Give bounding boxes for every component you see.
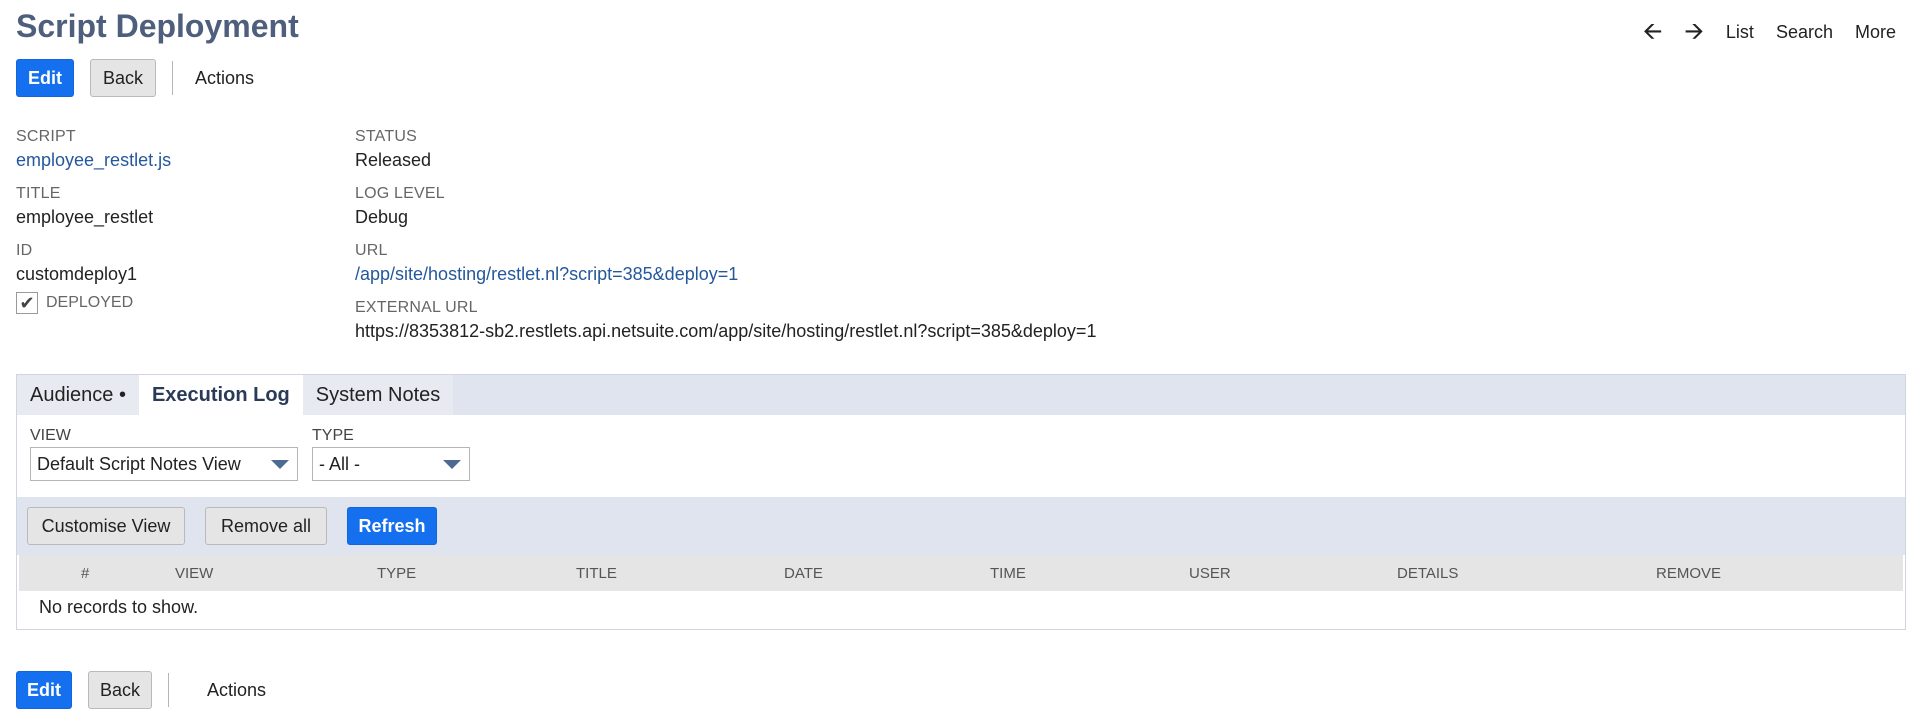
script-label: SCRIPT: [16, 128, 76, 145]
empty-state-message: No records to show.: [39, 597, 199, 617]
list-button-bar: Customise View Remove all Refresh: [17, 497, 1905, 555]
type-select-value: - All -: [319, 453, 361, 474]
chevron-down-icon: [271, 460, 289, 469]
view-select-value: Default Script Notes View: [37, 453, 241, 474]
id-field: ID customdeploy1: [16, 242, 137, 286]
previous-arrow-icon[interactable]: 🡨: [1643, 20, 1663, 44]
url-link[interactable]: /app/site/hosting/restlet.nl?script=385&…: [355, 262, 738, 286]
tab-system-notes[interactable]: System Notes: [302, 375, 454, 415]
column-header-time: TIME: [990, 565, 1026, 582]
page-title: Script Deployment: [16, 8, 299, 44]
status-field: STATUS Released: [355, 128, 431, 172]
column-header-date: DATE: [784, 565, 823, 582]
chevron-down-icon: [443, 460, 461, 469]
edit-button[interactable]: Edit: [16, 671, 72, 709]
external-url-field: EXTERNAL URL https://8353812-sb2.restlet…: [355, 299, 1096, 343]
column-header-title: TITLE: [576, 565, 617, 582]
list-link[interactable]: List: [1726, 22, 1754, 43]
id-label: ID: [16, 242, 33, 259]
log-table-header: # VIEW TYPE TITLE DATE TIME USER DETAILS…: [19, 555, 1903, 591]
view-filter-label: VIEW: [30, 427, 71, 444]
filter-area: VIEW Default Script Notes View TYPE - Al…: [17, 415, 1905, 497]
toolbar-separator: [172, 61, 173, 95]
title-field: TITLE employee_restlet: [16, 185, 153, 229]
refresh-button[interactable]: Refresh: [347, 507, 437, 545]
column-header-details: DETAILS: [1397, 565, 1459, 582]
log-level-field: LOG LEVEL Debug: [355, 185, 445, 229]
next-arrow-icon[interactable]: 🡪: [1684, 20, 1704, 44]
tab-execution-log[interactable]: Execution Log: [138, 375, 303, 423]
search-link[interactable]: Search: [1776, 22, 1833, 43]
actions-menu[interactable]: Actions: [207, 680, 266, 701]
tab-audience[interactable]: Audience •: [17, 375, 139, 415]
url-field: URL /app/site/hosting/restlet.nl?script=…: [355, 242, 738, 286]
toolbar-separator: [168, 673, 169, 707]
deployed-checkbox[interactable]: ✔: [16, 292, 38, 314]
id-value: customdeploy1: [16, 264, 138, 284]
remove-all-button[interactable]: Remove all: [205, 507, 327, 545]
column-header-remove: REMOVE: [1656, 565, 1722, 582]
url-label: URL: [355, 242, 388, 259]
external-url-label: EXTERNAL URL: [355, 299, 478, 316]
external-url-value: https://8353812-sb2.restlets.api.netsuit…: [355, 321, 1097, 341]
log-level-label: LOG LEVEL: [355, 185, 445, 202]
actions-menu[interactable]: Actions: [195, 68, 254, 89]
column-header-type: TYPE: [377, 565, 417, 582]
subtabs-panel: Audience • Execution Log System Notes VI…: [16, 374, 1906, 630]
script-field: SCRIPT employee_restlet.js: [16, 128, 171, 172]
checkmark-icon: ✔: [19, 292, 35, 313]
column-header-number: #: [81, 565, 90, 582]
customise-view-button[interactable]: Customise View: [27, 507, 185, 545]
record-navigation: 🡨 🡪 List Search More: [1643, 20, 1896, 44]
more-link[interactable]: More: [1855, 22, 1896, 43]
deployed-field: ✔ DEPLOYED: [16, 292, 133, 314]
status-label: STATUS: [355, 128, 417, 145]
status-value: Released: [355, 150, 432, 170]
script-link[interactable]: employee_restlet.js: [16, 148, 171, 172]
tab-bar: Audience • Execution Log System Notes: [17, 375, 1905, 423]
type-select[interactable]: - All -: [312, 447, 470, 481]
top-toolbar: Edit Back Actions: [16, 59, 254, 97]
column-header-view: VIEW: [175, 565, 214, 582]
column-header-user: USER: [1189, 565, 1231, 582]
edit-button[interactable]: Edit: [16, 59, 74, 97]
type-filter-label: TYPE: [312, 427, 354, 444]
deployed-label: DEPLOYED: [46, 294, 134, 311]
back-button[interactable]: Back: [90, 59, 156, 97]
view-select[interactable]: Default Script Notes View: [30, 447, 298, 481]
title-value: employee_restlet: [16, 207, 154, 227]
bottom-toolbar: Edit Back Actions: [16, 671, 266, 709]
log-level-value: Debug: [355, 207, 409, 227]
back-button[interactable]: Back: [88, 671, 152, 709]
title-label: TITLE: [16, 185, 61, 202]
